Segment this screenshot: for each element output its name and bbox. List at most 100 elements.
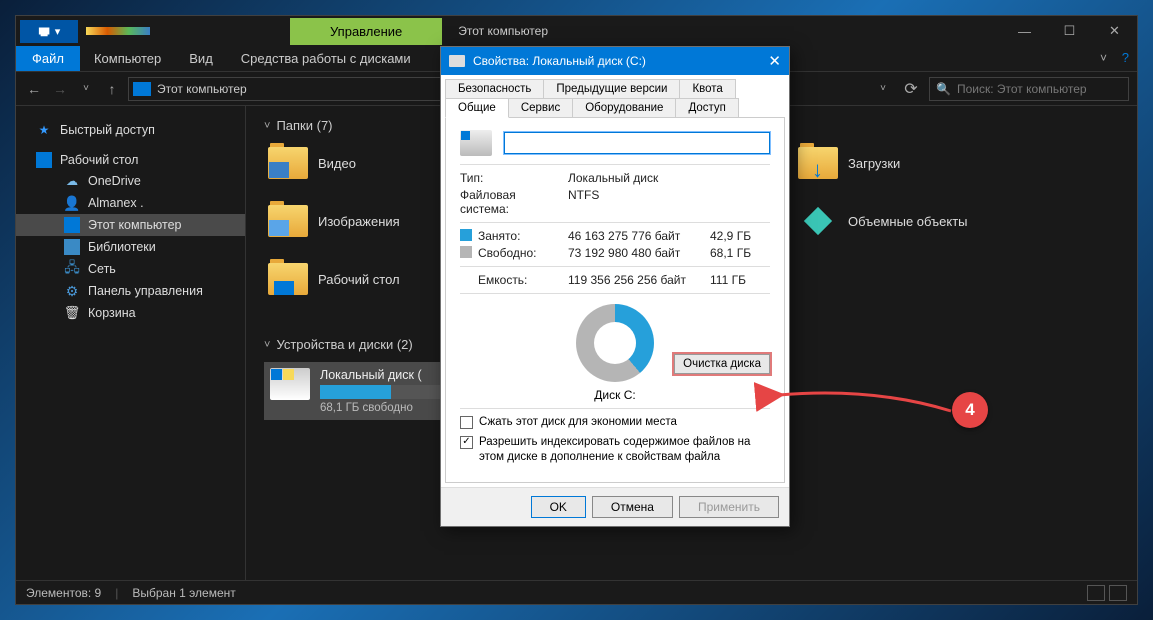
- folder-icon: [798, 205, 838, 237]
- breadcrumb[interactable]: Этот компьютер: [157, 82, 247, 96]
- compress-checkbox-row[interactable]: Сжать этот диск для экономии места: [460, 415, 770, 431]
- ribbon-contextual-tab[interactable]: Управление: [290, 18, 442, 45]
- tab-strip: Безопасность Предыдущие версии Квота Общ…: [441, 75, 789, 117]
- sidebar-user[interactable]: 👤 Almanex .: [16, 192, 245, 214]
- free-label: Свободно:: [478, 246, 537, 260]
- nav-back-button[interactable]: ←: [24, 81, 44, 97]
- properties-dialog: Свойства: Локальный диск (C:) ✕ Безопасн…: [440, 46, 790, 527]
- cancel-button[interactable]: Отмена: [592, 496, 673, 518]
- used-bytes: 46 163 275 776 байт: [568, 229, 710, 243]
- qat-placeholder: [86, 27, 150, 35]
- sidebar-label: OneDrive: [88, 174, 141, 188]
- index-label: Разрешить индексировать содержимое файло…: [479, 435, 770, 466]
- dialog-close-button[interactable]: ✕: [768, 52, 781, 70]
- search-icon: 🔍: [936, 82, 951, 96]
- sidebar-quick-access[interactable]: ★ Быстрый доступ: [16, 120, 245, 140]
- address-history-dropdown[interactable]: ˅: [873, 83, 893, 94]
- status-selected-count: Выбран 1 элемент: [132, 586, 235, 600]
- disk-label-input[interactable]: [504, 132, 770, 154]
- menu-view[interactable]: Вид: [175, 46, 227, 71]
- view-large-icons-icon[interactable]: [1109, 585, 1127, 601]
- statusbar: Элементов: 9 | Выбран 1 элемент: [16, 580, 1137, 604]
- sidebar-libraries[interactable]: Библиотеки: [16, 236, 245, 258]
- fs-value: NTFS: [568, 188, 770, 216]
- dialog-titlebar[interactable]: Свойства: Локальный диск (C:) ✕: [441, 47, 789, 75]
- search-placeholder: Поиск: Этот компьютер: [957, 82, 1087, 96]
- sidebar-label: Рабочий стол: [60, 153, 138, 167]
- tab-quota[interactable]: Квота: [679, 79, 735, 99]
- sidebar-label: Корзина: [88, 306, 136, 320]
- status-element-count: Элементов: 9: [26, 586, 101, 600]
- trash-icon: 🗑: [64, 305, 80, 321]
- capacity-gb: 111 ГБ: [710, 273, 770, 287]
- sidebar-recycle-bin[interactable]: 🗑 Корзина: [16, 302, 245, 324]
- sidebar-label: Этот компьютер: [88, 218, 181, 232]
- annotation-badge: 4: [952, 392, 988, 428]
- sidebar-label: Быстрый доступ: [60, 123, 155, 137]
- sidebar-label: Библиотеки: [88, 240, 156, 254]
- fs-label: Файловая система:: [460, 188, 568, 216]
- nav-up-button[interactable]: ↑: [102, 81, 122, 97]
- type-label: Тип:: [460, 171, 568, 185]
- network-icon: 🖧: [64, 261, 80, 277]
- sidebar-label: Панель управления: [88, 284, 203, 298]
- index-checkbox-row[interactable]: Разрешить индексировать содержимое файло…: [460, 435, 770, 466]
- folder-3d-objects[interactable]: Объемные объекты: [794, 201, 1044, 241]
- view-details-icon[interactable]: [1087, 585, 1105, 601]
- dialog-title: Свойства: Локальный диск (C:): [473, 54, 646, 68]
- sidebar-control-panel[interactable]: ⚙ Панель управления: [16, 280, 245, 302]
- tab-general[interactable]: Общие: [445, 98, 509, 118]
- type-value: Локальный диск: [568, 171, 770, 185]
- cloud-icon: ☁: [64, 173, 80, 189]
- drive-icon: [449, 55, 465, 67]
- desktop-icon: [36, 152, 52, 168]
- folder-icon: [268, 147, 308, 179]
- ribbon-expand-chevron-icon[interactable]: ˅: [1100, 51, 1107, 65]
- disk-letter-label: Диск C:: [460, 388, 770, 402]
- sidebar-this-pc[interactable]: Этот компьютер: [16, 214, 245, 236]
- disk-cleanup-button[interactable]: Очистка диска: [674, 354, 770, 374]
- libraries-icon: [64, 239, 80, 255]
- folder-label: Изображения: [318, 214, 400, 229]
- window-title: Этот компьютер: [458, 24, 548, 38]
- tab-hardware[interactable]: Оборудование: [572, 98, 676, 118]
- apply-button[interactable]: Применить: [679, 496, 779, 518]
- menu-computer[interactable]: Компьютер: [80, 46, 175, 71]
- menu-drive-tools[interactable]: Средства работы с дисками: [227, 46, 425, 71]
- tab-security[interactable]: Безопасность: [445, 79, 544, 99]
- sidebar-onedrive[interactable]: ☁ OneDrive: [16, 170, 245, 192]
- system-menu-icon[interactable]: ▾: [20, 20, 78, 43]
- used-color-swatch: [460, 229, 472, 241]
- sidebar-label: Сеть: [88, 262, 116, 276]
- drive-icon: [270, 368, 310, 400]
- minimize-button[interactable]: —: [1002, 16, 1047, 46]
- folder-label: Видео: [318, 156, 356, 171]
- tab-service[interactable]: Сервис: [508, 98, 573, 118]
- folder-label: Объемные объекты: [848, 214, 968, 229]
- tab-previous-versions[interactable]: Предыдущие версии: [543, 79, 680, 99]
- sidebar-network[interactable]: 🖧 Сеть: [16, 258, 245, 280]
- used-label: Занято:: [478, 229, 520, 243]
- sidebar-label: Almanex .: [88, 196, 144, 210]
- control-panel-icon: ⚙: [64, 283, 80, 299]
- free-color-swatch: [460, 246, 472, 258]
- compress-label: Сжать этот диск для экономии места: [479, 415, 677, 431]
- pc-icon: [64, 217, 80, 233]
- folder-icon: [268, 205, 308, 237]
- folder-downloads[interactable]: Загрузки: [794, 143, 1044, 183]
- menu-file[interactable]: Файл: [16, 46, 80, 71]
- compress-checkbox[interactable]: [460, 416, 473, 429]
- close-button[interactable]: ✕: [1092, 16, 1137, 46]
- tab-access[interactable]: Доступ: [675, 98, 738, 118]
- maximize-button[interactable]: ☐: [1047, 16, 1092, 46]
- ok-button[interactable]: OK: [531, 496, 586, 518]
- sidebar-desktop[interactable]: Рабочий стол: [16, 150, 245, 170]
- folder-label: Рабочий стол: [318, 272, 400, 287]
- nav-recent-dropdown[interactable]: ˅: [76, 83, 96, 94]
- free-gb: 68,1 ГБ: [710, 246, 770, 260]
- search-input[interactable]: 🔍 Поиск: Этот компьютер: [929, 77, 1129, 101]
- index-checkbox[interactable]: [460, 436, 473, 449]
- nav-forward-button[interactable]: →: [50, 81, 70, 97]
- help-icon[interactable]: ?: [1122, 50, 1129, 65]
- refresh-button[interactable]: ⟳: [899, 79, 923, 99]
